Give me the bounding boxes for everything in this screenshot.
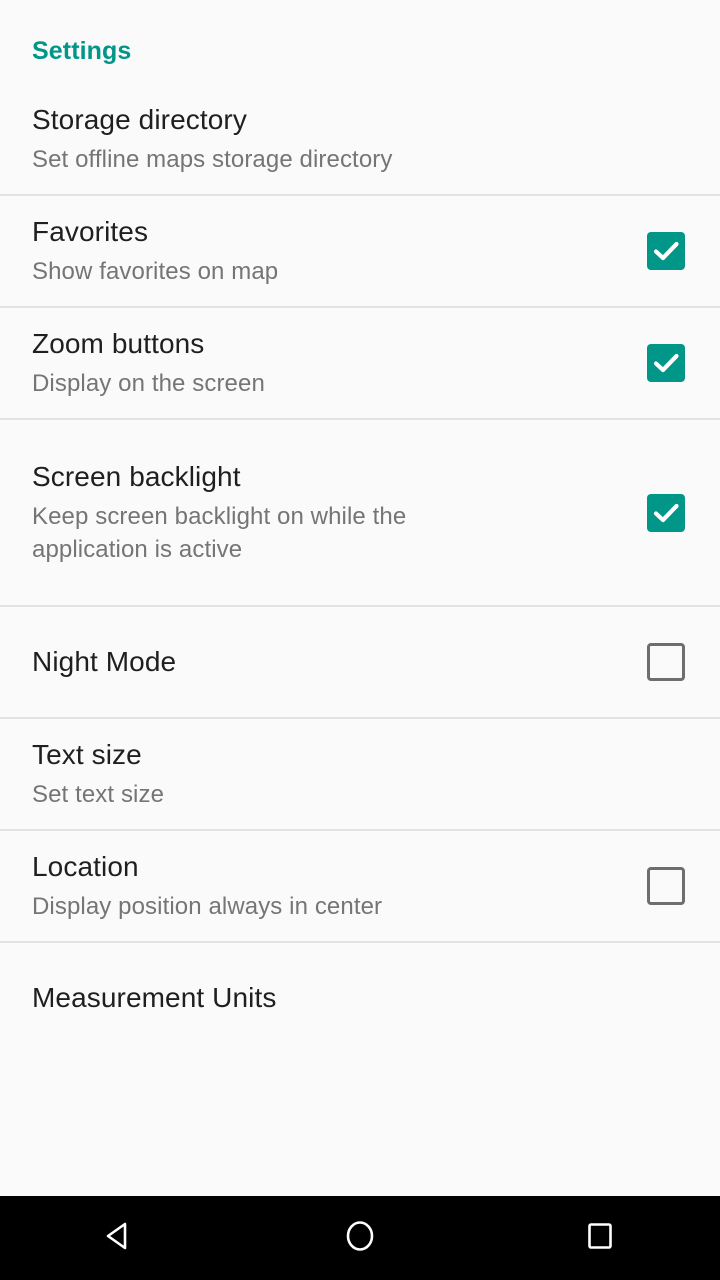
pref-widget [642, 493, 690, 532]
nav-back-button[interactable] [0, 1196, 240, 1280]
settings-list[interactable]: Settings Storage directory Set offline m… [0, 0, 720, 1196]
checkbox-checked-icon[interactable] [647, 344, 685, 382]
pref-widget [642, 344, 690, 382]
pref-widget [642, 232, 690, 270]
pref-text-block: Zoom buttons Display on the screen [32, 326, 642, 400]
pref-title: Night Mode [32, 646, 177, 677]
android-navigation-bar [0, 1196, 720, 1280]
checkbox-checked-icon[interactable] [647, 493, 685, 532]
checkbox-unchecked-icon[interactable] [647, 643, 685, 681]
pref-summary: Display on the screen [32, 370, 265, 397]
pref-zoom-buttons[interactable]: Zoom buttons Display on the screen [0, 308, 720, 418]
pref-summary: Display position always in center [32, 893, 383, 920]
pref-location[interactable]: Location Display position always in cent… [0, 831, 720, 941]
pref-text-block: Measurement Units [32, 980, 690, 1016]
pref-summary: Set offline maps storage directory [32, 146, 393, 173]
pref-text-block: Screen backlight Keep screen backlight o… [32, 459, 642, 566]
recents-square-icon [580, 1216, 620, 1261]
pref-title: Text size [32, 739, 142, 770]
pref-title: Storage directory [32, 104, 247, 135]
pref-title: Measurement Units [32, 982, 277, 1013]
pref-title: Location [32, 851, 139, 882]
nav-home-button[interactable] [240, 1196, 480, 1280]
pref-summary: Show favorites on map [32, 258, 279, 285]
settings-section-header: Settings [0, 0, 720, 84]
checkbox-checked-icon[interactable] [647, 232, 685, 270]
pref-text-size[interactable]: Text size Set text size [0, 719, 720, 829]
pref-storage-directory[interactable]: Storage directory Set offline maps stora… [0, 84, 720, 194]
back-triangle-icon [100, 1216, 140, 1261]
settings-screen: Settings Storage directory Set offline m… [0, 0, 720, 1280]
pref-widget [642, 867, 690, 905]
nav-recents-button[interactable] [480, 1196, 720, 1280]
pref-widget [642, 643, 690, 681]
pref-text-block: Night Mode [32, 644, 642, 680]
pref-title: Screen backlight [32, 461, 241, 492]
checkbox-unchecked-icon[interactable] [647, 867, 685, 905]
pref-text-block: Location Display position always in cent… [32, 849, 642, 923]
home-circle-icon [340, 1216, 380, 1261]
pref-text-block: Favorites Show favorites on map [32, 214, 642, 288]
pref-title: Favorites [32, 216, 149, 247]
pref-text-block: Storage directory Set offline maps stora… [32, 102, 690, 176]
pref-text-block: Text size Set text size [32, 737, 690, 811]
pref-summary: Set text size [32, 781, 165, 808]
pref-favorites[interactable]: Favorites Show favorites on map [0, 196, 720, 306]
pref-screen-backlight[interactable]: Screen backlight Keep screen backlight o… [0, 420, 720, 605]
pref-title: Zoom buttons [32, 328, 205, 359]
pref-summary: Keep screen backlight on while the appli… [32, 503, 407, 563]
page-title: Settings [32, 37, 132, 65]
pref-night-mode[interactable]: Night Mode [0, 607, 720, 717]
pref-measurement-units[interactable]: Measurement Units [0, 943, 720, 1053]
